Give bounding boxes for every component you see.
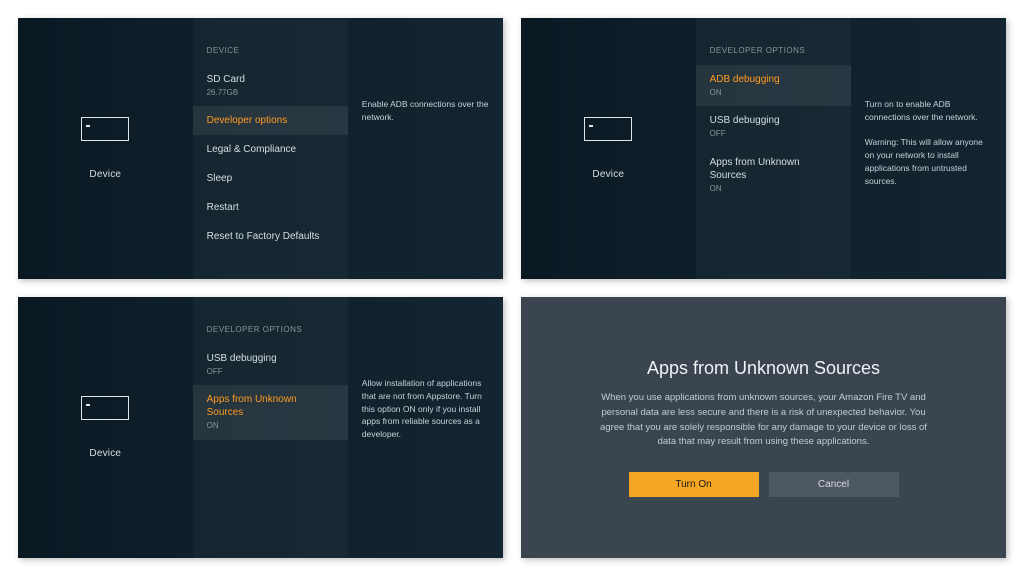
nav-title: Device [592, 169, 624, 180]
menu-item-sub: ON [207, 421, 334, 431]
device-icon [584, 117, 632, 141]
menu-item-legal[interactable]: Legal & Compliance [193, 135, 348, 164]
menu-item-label: Restart [207, 201, 334, 214]
menu-item-sub: OFF [710, 129, 837, 139]
menu-item-label: Legal & Compliance [207, 143, 334, 156]
menu-column: DEVELOPER OPTIONS ADB debugging ON USB d… [696, 18, 851, 279]
menu-item-sub: ON [710, 88, 837, 98]
dialog-buttons: Turn On Cancel [629, 472, 899, 497]
menu-item-unknown-sources[interactable]: Apps from Unknown Sources ON [193, 385, 348, 439]
description-text: Enable ADB connections over the network. [362, 98, 489, 124]
nav-column: Device [18, 18, 193, 279]
menu-column: DEVICE SD Card 26.77GB Developer options… [193, 18, 348, 279]
section-heading: DEVELOPER OPTIONS [193, 325, 348, 344]
menu-item-sub: 26.77GB [207, 88, 334, 98]
section-heading: DEVICE [193, 46, 348, 65]
nav-title: Device [89, 448, 121, 459]
menu-item-usb-debugging[interactable]: USB debugging OFF [193, 344, 348, 385]
menu-item-label: Apps from Unknown Sources [710, 156, 837, 182]
device-icon [81, 117, 129, 141]
menu-item-label: Developer options [207, 114, 334, 127]
menu-item-label: ADB debugging [710, 73, 837, 86]
description-column: Allow installation of applications that … [348, 297, 503, 558]
menu-item-sub: ON [710, 184, 837, 194]
menu-item-sd-card[interactable]: SD Card 26.77GB [193, 65, 348, 106]
menu-item-label: Apps from Unknown Sources [207, 393, 334, 419]
description-column: Turn on to enable ADB connections over t… [851, 18, 1006, 279]
menu-item-sleep[interactable]: Sleep [193, 164, 348, 193]
settings-panel-dev-adb: Device DEVELOPER OPTIONS ADB debugging O… [521, 18, 1006, 279]
description-text: Allow installation of applications that … [362, 377, 489, 441]
menu-item-usb-debugging[interactable]: USB debugging OFF [696, 106, 851, 147]
menu-item-label: USB debugging [207, 352, 334, 365]
dialog-title: Apps from Unknown Sources [647, 358, 880, 379]
menu-item-adb-debugging[interactable]: ADB debugging ON [696, 65, 851, 106]
nav-title: Device [89, 169, 121, 180]
nav-column: Device [18, 297, 193, 558]
dialog-body: When you use applications from unknown s… [599, 391, 929, 450]
confirm-dialog: Apps from Unknown Sources When you use a… [521, 297, 1006, 558]
menu-item-label: Reset to Factory Defaults [207, 230, 334, 243]
nav-column: Device [521, 18, 696, 279]
turn-on-button[interactable]: Turn On [629, 472, 759, 497]
description-text: Turn on to enable ADB connections over t… [865, 98, 992, 187]
menu-item-unknown-sources[interactable]: Apps from Unknown Sources ON [696, 148, 851, 202]
menu-item-developer-options[interactable]: Developer options [193, 106, 348, 135]
device-icon [81, 396, 129, 420]
cancel-button[interactable]: Cancel [769, 472, 899, 497]
menu-item-label: USB debugging [710, 114, 837, 127]
menu-item-sub: OFF [207, 367, 334, 377]
menu-item-restart[interactable]: Restart [193, 193, 348, 222]
section-heading: DEVELOPER OPTIONS [696, 46, 851, 65]
menu-item-factory-reset[interactable]: Reset to Factory Defaults [193, 222, 348, 251]
menu-column: DEVELOPER OPTIONS USB debugging OFF Apps… [193, 297, 348, 558]
description-column: Enable ADB connections over the network. [348, 18, 503, 279]
settings-panel-device: Device DEVICE SD Card 26.77GB Developer … [18, 18, 503, 279]
menu-item-label: SD Card [207, 73, 334, 86]
menu-item-label: Sleep [207, 172, 334, 185]
settings-panel-dev-unknown: Device DEVELOPER OPTIONS USB debugging O… [18, 297, 503, 558]
